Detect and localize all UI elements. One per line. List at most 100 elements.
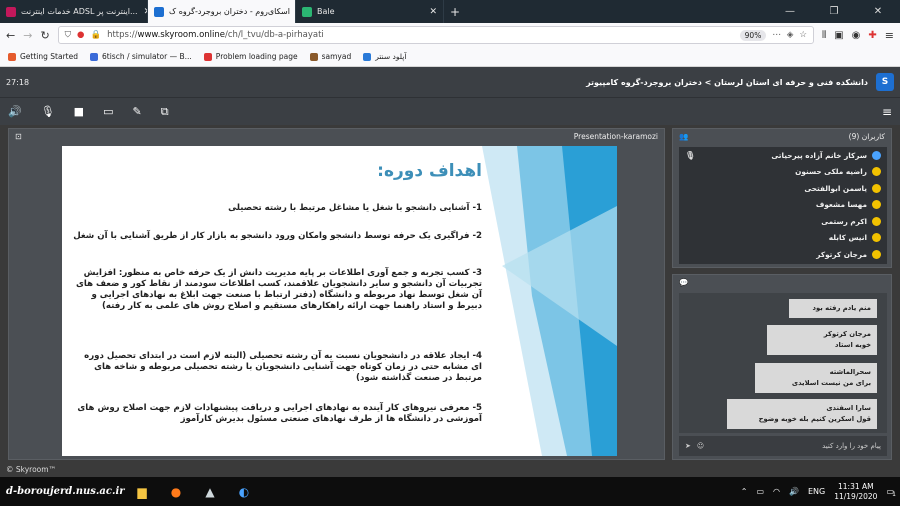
lock-icon[interactable]: 🔒: [90, 30, 101, 40]
slide-paragraph: 4- ایجاد علاقه در دانشجویان نسبت به آن ر…: [84, 351, 482, 383]
folder-icon[interactable]: ▆: [125, 477, 159, 506]
zoom-level[interactable]: 90%: [739, 29, 767, 41]
emoji-icon[interactable]: ☺: [697, 442, 704, 450]
users-panel: 👥 کاربران (9) 🎙 سرکار خانم آزاده پیرحیات…: [672, 128, 892, 268]
close-window-button[interactable]: ✕: [856, 0, 900, 23]
bookmark-problem-loading[interactable]: Problem loading page: [203, 52, 298, 61]
chat-message: مرجان کرتوکر خوبه استاد: [767, 325, 877, 355]
chat-message-text: منم یادم رفته بود: [812, 304, 871, 312]
hamburger-menu-icon[interactable]: ≡: [882, 105, 892, 119]
user-icon: [872, 183, 881, 193]
session-timer: 27:18: [6, 77, 30, 87]
user-icon: [872, 233, 881, 243]
system-tray: ⌃ ▭ ◠ 🔊 ENG 11:31 AM 11/19/2020 ▭ 1: [741, 482, 900, 502]
app-header: 27:18 دانشکده فنی و حرفه ای استان لرستان…: [0, 67, 900, 97]
chat-message: سحرالماشته برای من نیست اسلایدی: [755, 363, 877, 393]
slide-paragraph: 2- فراگیری یک حرفه توسط دانشجو وامکان ور…: [73, 231, 482, 241]
slide-paragraph: 5- معرفی نیروهای کار آینده به نهادهای اج…: [77, 403, 482, 424]
slide: اهداف دوره: 1- آشنایی دانشجو با شغل یا م…: [62, 146, 617, 456]
back-icon[interactable]: ←: [6, 29, 15, 42]
user-icon: [872, 249, 881, 259]
tab-label: Bale: [317, 7, 335, 16]
bookmark-6tisch[interactable]: 6tisch / simulator — B...: [90, 52, 192, 61]
pocket-icon[interactable]: ◈: [787, 30, 794, 40]
forward-icon[interactable]: →: [23, 29, 32, 42]
bookmark-upload-center[interactable]: آپلود سنتر: [363, 52, 406, 61]
reader-icon[interactable]: ⋯: [772, 30, 781, 40]
list-item[interactable]: یاسمن ابوالفتحی: [679, 180, 887, 197]
shield-icon[interactable]: ⛉: [65, 30, 71, 40]
chevron-up-icon[interactable]: ⌃: [741, 487, 748, 496]
presentation-header: ⊡ Presentation-karamozi: [9, 129, 664, 143]
tab-favicon-icon: [6, 6, 16, 17]
url-text: https://www.skyroom.online/ch/l_tvu/db-a…: [107, 30, 324, 40]
chat-input-bar: ➤ ☺ پیام خود را وارد کنید: [679, 436, 887, 456]
bookmark-star-icon[interactable]: ☆: [799, 30, 807, 40]
bookmark-samyad[interactable]: samyad: [309, 52, 351, 61]
chat-messages[interactable]: منم یادم رفته بود مرجان کرتوکر خوبه استا…: [679, 293, 887, 433]
browser-tab-skyroom[interactable]: اسکای‌روم - دختران بروجرد-گروه ک ✕: [148, 0, 296, 23]
bookmark-icon: [309, 52, 318, 61]
camera-icon[interactable]: ■: [74, 105, 84, 118]
clock[interactable]: 11:31 AM 11/19/2020: [834, 482, 877, 502]
volume-icon[interactable]: 🔊: [789, 487, 799, 496]
list-item[interactable]: مهسا مشعوف: [679, 197, 887, 214]
app-toolbar: 🔊 🎙 ■ ▭ ✎ ⧉ ≡: [0, 97, 900, 125]
screen-share-icon[interactable]: ▭: [103, 105, 113, 118]
chat-message: منم یادم رفته بود: [789, 299, 877, 318]
paint-icon[interactable]: ◐: [227, 477, 261, 506]
list-item[interactable]: اکرم رستمی: [679, 213, 887, 230]
new-tab-button[interactable]: +: [444, 0, 466, 23]
language-indicator[interactable]: ENG: [808, 487, 825, 496]
library-icon[interactable]: ⫴: [822, 30, 826, 41]
close-icon[interactable]: ✕: [423, 7, 437, 17]
notification-icon[interactable]: ▭ 1: [886, 487, 896, 498]
navigation-bar: ← → ↻ ⛉ ● 🔒 https://www.skyroom.online/c…: [0, 23, 900, 47]
firefox-icon[interactable]: ●: [159, 477, 193, 506]
minimize-button[interactable]: —: [768, 0, 812, 23]
draw-icon[interactable]: ✎: [132, 105, 141, 118]
chat-panel: 💬 منم یادم رفته بود مرجان کرتوکر خوبه اس…: [672, 274, 892, 460]
maximize-button[interactable]: ❐: [812, 0, 856, 23]
list-item[interactable]: انیس کابله: [679, 230, 887, 247]
extension-icon[interactable]: ✚: [868, 30, 876, 41]
list-item[interactable]: 🎙 سرکار خانم آزاده پیرحیاتی: [679, 147, 887, 164]
photos-icon[interactable]: ▲: [193, 477, 227, 506]
browser-tab-bar: خدمات اینترنت ADSL اینترنت پر... ✕ اسکای…: [0, 0, 900, 23]
clock-time: 11:31 AM: [838, 481, 874, 491]
chat-input[interactable]: پیام خود را وارد کنید: [822, 442, 881, 450]
clock-date: 11/19/2020: [834, 491, 878, 501]
tab-favicon-icon: [154, 6, 164, 17]
tab-label: اسکای‌روم - دختران بروجرد-گروه ک: [169, 7, 290, 16]
expand-icon[interactable]: ⊡: [15, 132, 22, 141]
wifi-icon[interactable]: ◠: [773, 487, 780, 496]
firefox-icon: [8, 52, 16, 61]
user-icon: [872, 167, 881, 177]
user-name: اکرم رستمی: [821, 216, 867, 226]
list-item[interactable]: مرجان کرتوکر: [679, 246, 887, 263]
list-item[interactable]: راضیه ملکی حسنون: [679, 164, 887, 181]
bookmark-getting-started[interactable]: Getting Started: [8, 52, 78, 61]
room-title: دانشکده فنی و حرفه ای استان لرستان > دخت…: [586, 77, 868, 87]
chat-message: سارا اسفندی قول اسکرین کنیم بله خوبه وضو…: [727, 399, 877, 429]
close-icon[interactable]: ✕: [138, 7, 147, 17]
skyroom-logo: S: [876, 73, 894, 91]
chat-panel-header: 💬: [673, 275, 891, 289]
mic-icon: 🎙: [685, 150, 696, 160]
network-icon[interactable]: ▭: [756, 487, 764, 496]
account-icon[interactable]: ◉: [852, 30, 861, 41]
start-button[interactable]: d-boroujerd.nus.ac.ir: [0, 477, 125, 506]
presentation-icon[interactable]: ⧉: [161, 105, 169, 119]
browser-tab-adsl[interactable]: خدمات اینترنت ADSL اینترنت پر... ✕: [0, 0, 148, 23]
chat-message-author: مرجان کرتوکر: [823, 330, 871, 338]
address-bar[interactable]: ⛉ ● 🔒 https://www.skyroom.online/ch/l_tv…: [57, 26, 814, 44]
users-list: 🎙 سرکار خانم آزاده پیرحیاتی راضیه ملکی ح…: [679, 147, 887, 264]
speaker-icon[interactable]: 🔊: [8, 105, 22, 118]
menu-icon[interactable]: ≡: [885, 29, 894, 42]
mic-icon[interactable]: 🎙: [41, 105, 55, 118]
reload-icon[interactable]: ↻: [40, 29, 49, 42]
mic-permission-icon[interactable]: ●: [77, 30, 84, 40]
sidebar-icon[interactable]: ▣: [834, 30, 843, 41]
browser-tab-bale[interactable]: Bale ✕: [296, 0, 444, 23]
send-icon[interactable]: ➤: [685, 442, 691, 450]
